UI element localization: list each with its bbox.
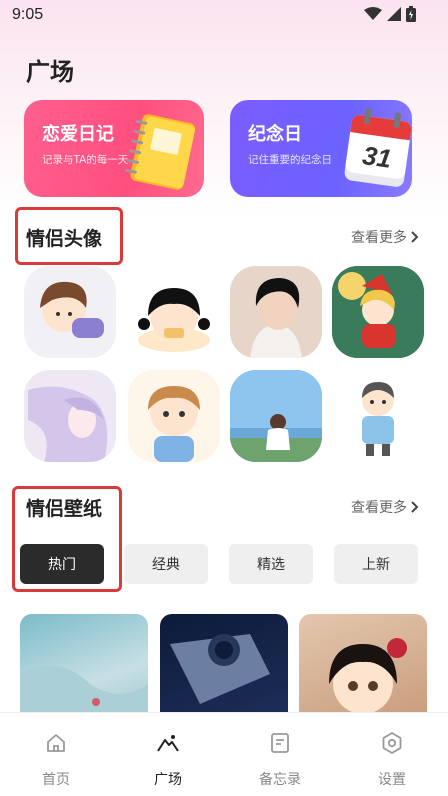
- tab-square-label: 广场: [154, 772, 182, 788]
- page-title: 广场: [26, 58, 74, 86]
- signal-icon: [387, 7, 401, 21]
- chip-featured[interactable]: 精选: [229, 544, 313, 584]
- avatar-item[interactable]: [128, 370, 220, 462]
- memo-icon: [271, 733, 289, 753]
- avatar-item[interactable]: [332, 266, 424, 358]
- tab-home[interactable]: 首页: [0, 713, 112, 796]
- calendar-icon: 31: [344, 108, 412, 187]
- anniversary-subtitle: 记住重要的纪念日: [248, 154, 332, 166]
- avatar-item[interactable]: [24, 266, 116, 358]
- chevron-right-icon: [411, 501, 419, 513]
- avatar-item[interactable]: [230, 370, 322, 462]
- avatar-item[interactable]: [332, 370, 424, 462]
- avatar-item[interactable]: [230, 266, 322, 358]
- home-icon: [47, 734, 65, 752]
- anniversary-title: 纪念日: [248, 124, 302, 145]
- chevron-right-icon: [411, 231, 419, 243]
- avatar-more-label: 查看更多: [351, 230, 407, 246]
- avatar-section-title: 情侣头像: [26, 228, 103, 250]
- notebook-icon: [125, 114, 196, 190]
- avatar-item[interactable]: [24, 370, 116, 462]
- battery-icon: [406, 6, 416, 22]
- wifi-icon: [364, 7, 382, 20]
- tab-square[interactable]: 广场: [112, 713, 224, 796]
- wallpaper-more-link[interactable]: 查看更多: [351, 497, 420, 517]
- love-diary-title: 恋爱日记: [42, 124, 114, 145]
- anniversary-card[interactable]: 纪念日 记住重要的纪念日 31: [230, 100, 412, 197]
- wallpaper-item[interactable]: [160, 614, 288, 724]
- chip-classic[interactable]: 经典: [124, 544, 208, 584]
- avatar-more-link[interactable]: 查看更多: [351, 227, 420, 247]
- love-diary-subtitle: 记录与TA的每一天: [42, 154, 129, 166]
- avatar-item[interactable]: [128, 266, 220, 358]
- tab-home-label: 首页: [42, 772, 70, 788]
- settings-icon: [382, 732, 402, 754]
- mountain-icon: [157, 735, 179, 752]
- wallpaper-item[interactable]: [299, 614, 427, 724]
- tab-settings[interactable]: 设置: [336, 713, 448, 796]
- status-icons: [364, 6, 416, 22]
- wallpaper-more-label: 查看更多: [351, 500, 407, 516]
- wallpaper-section-title: 情侣壁纸: [26, 498, 103, 520]
- wallpaper-item[interactable]: [20, 614, 148, 724]
- love-diary-card[interactable]: 恋爱日记 记录与TA的每一天: [24, 100, 204, 197]
- tab-settings-label: 设置: [378, 772, 406, 788]
- status-bar: 9:05: [0, 0, 448, 32]
- bottom-tab-bar: 首页 广场 备忘录 设置: [0, 712, 448, 796]
- calendar-number: 31: [361, 140, 394, 174]
- tab-memo-label: 备忘录: [259, 772, 301, 788]
- chip-new[interactable]: 上新: [334, 544, 418, 584]
- tab-memo[interactable]: 备忘录: [224, 713, 336, 796]
- chip-hot[interactable]: 热门: [20, 544, 104, 584]
- status-time: 9:05: [12, 6, 44, 23]
